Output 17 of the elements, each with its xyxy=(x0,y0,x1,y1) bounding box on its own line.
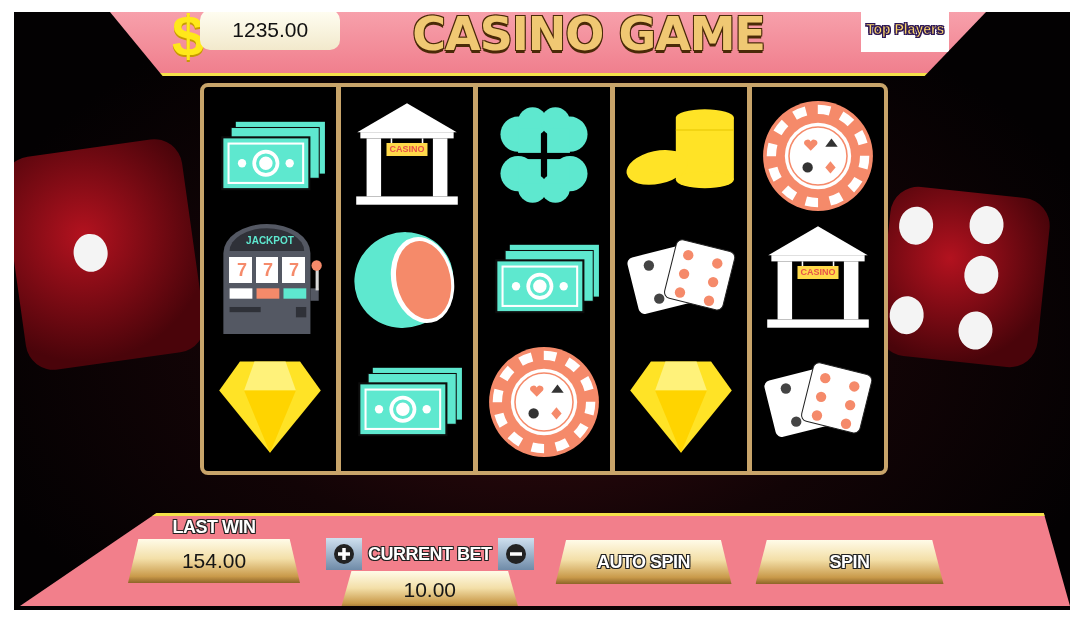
poker-chip-icon xyxy=(761,99,875,214)
increase-bet-button[interactable] xyxy=(326,538,362,570)
game-title: CASINO GAME xyxy=(412,12,766,61)
decrease-bet-button[interactable] xyxy=(497,538,534,570)
last-win-display: 154.00 xyxy=(128,539,300,583)
auto-spin-button[interactable]: AUTO SPIN xyxy=(555,540,732,584)
current-bet-label: CURRENT BET xyxy=(368,545,492,563)
jackpot-sign: JACKPOT xyxy=(246,236,294,246)
casino-sign: CASINO xyxy=(386,143,428,157)
top-players-button[interactable]: Top Players xyxy=(861,12,950,52)
poker-chip-icon xyxy=(487,344,601,459)
minus-icon xyxy=(504,543,527,565)
spin-button[interactable]: SPIN xyxy=(755,540,944,584)
last-win-label: LAST WIN xyxy=(172,518,256,536)
casino-sign: CASINO xyxy=(797,266,839,279)
current-bet-display: 10.00 xyxy=(340,571,519,609)
plus-icon xyxy=(333,543,355,565)
